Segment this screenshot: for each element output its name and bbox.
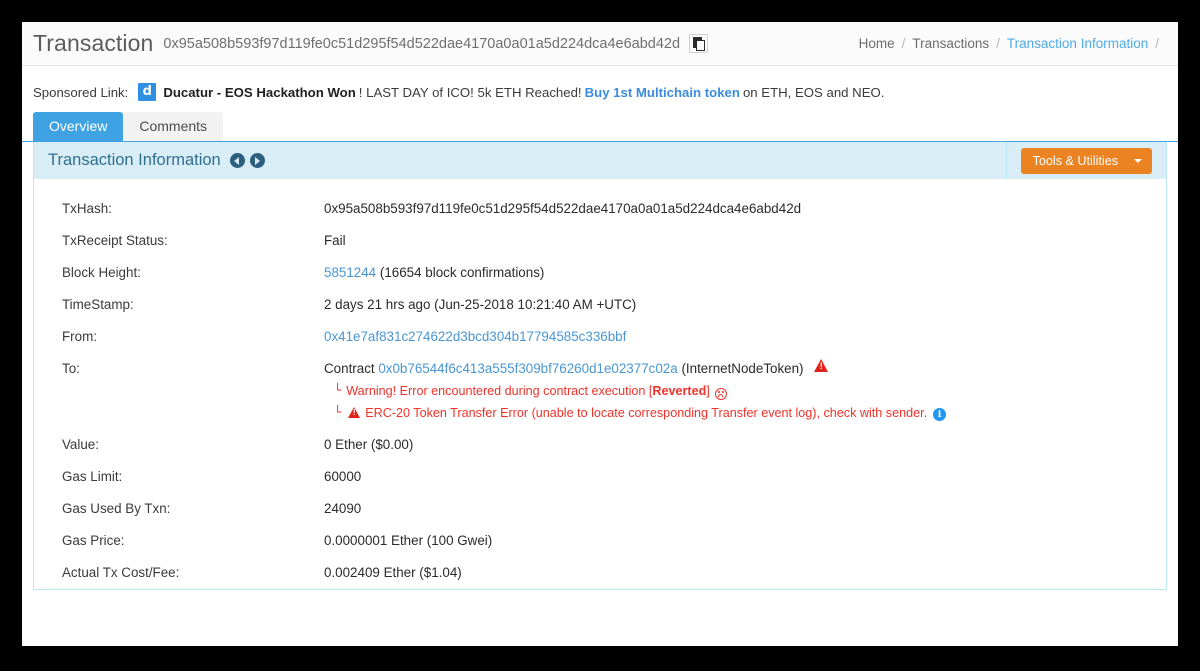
table-row-from: From: 0x41e7af831c274622d3bcd304b1779458… [34,321,1166,353]
sponsored-text: ! LAST DAY of ICO! 5k ETH Reached! [358,84,582,100]
erc20-error-text: ERC-20 Token Transfer Error (unable to l… [365,406,928,420]
breadcrumb-separator: / [901,36,906,51]
panel-title: Transaction Information [48,151,221,169]
warning-triangle-icon [814,359,829,372]
to-contract-line: Contract 0x0b76544f6c413a555f309bf76260d… [324,359,946,379]
to-contract-link[interactable]: 0x0b76544f6c413a555f309bf76260d1e02377c0… [378,361,677,376]
transaction-details-table: TxHash: 0x95a508b593f97d119fe0c51d295f54… [34,179,1166,589]
to-prefix: Contract [324,361,375,376]
tab-bar: Overview Comments [22,112,1178,142]
row-value-gas-used: 24090 [324,501,362,516]
page-header: Transaction 0x95a508b593f97d119fe0c51d29… [22,22,1178,66]
tree-elbow-icon: └ [334,383,342,397]
row-value-tx-fee: 0.002409 Ether ($1.04) [324,565,462,580]
row-label-gas-used: Gas Used By Txn: [62,501,171,516]
copy-icon-front [696,40,706,51]
block-confirmations: (16654 block confirmations) [379,265,545,280]
info-circle-icon[interactable]: i [933,408,947,421]
row-label-gas-limit: Gas Limit: [62,469,123,484]
tools-utilities-button[interactable]: Tools & Utilities [1020,147,1152,174]
tree-elbow-icon: └ [334,405,342,419]
row-label-gas-price: Gas Price: [62,533,125,548]
page-title-hash: 0x95a508b593f97d119fe0c51d295f54d522dae4… [163,35,681,52]
table-row-timestamp: TimeStamp: 2 days 21 hrs ago (Jun-25-201… [34,289,1166,321]
table-row-tx-fee: Actual Tx Cost/Fee: 0.002409 Ether ($1.0… [34,557,1166,589]
breadcrumb: Home / Transactions / Transaction Inform… [859,36,1166,51]
chevron-right-circle-icon[interactable] [249,153,265,168]
warning-text-prefix: Warning! Error encountered during contra… [346,384,653,398]
row-value-to: Contract 0x0b76544f6c413a555f309bf76260d… [324,359,947,423]
row-value-from: 0x41e7af831c274622d3bcd304b17794585c336b… [324,327,626,347]
chevron-left-circle-icon[interactable] [229,153,245,168]
to-token-name: (InternetNodeToken) [681,361,804,376]
breadcrumb-separator: / [996,36,1000,51]
row-value-timestamp: 2 days 21 hrs ago (Jun-25-2018 10:21:40 … [324,297,637,312]
status-badge: Fail [324,233,346,248]
tab-comments[interactable]: Comments [123,112,224,141]
caret-down-icon [1134,158,1142,163]
from-address-link[interactable]: 0x41e7af831c274622d3bcd304b17794585c336b… [324,329,626,344]
breadcrumb-item-transactions[interactable]: Transactions [912,36,989,51]
erc20-transfer-error: └ ERC-20 Token Transfer Error (unable to… [324,404,947,423]
contract-execution-warning: └ Warning! Error encountered during cont… [324,382,946,401]
table-row-gas-limit: Gas Limit: 60000 [34,461,1166,493]
tab-overview[interactable]: Overview [33,112,124,141]
sponsored-cta-link[interactable]: Buy 1st Multichain token [585,85,740,100]
panel-nav-arrows [229,153,265,168]
row-label-timestamp: TimeStamp: [62,297,134,312]
table-row-txhash: TxHash: 0x95a508b593f97d119fe0c51d295f54… [34,193,1166,225]
row-value-block-height: 5851244 (16654 block confirmations) [324,263,544,283]
browser-content: Transaction 0x95a508b593f97d119fe0c51d29… [22,22,1178,646]
sponsored-brand[interactable]: Ducatur - EOS Hackathon Won [163,85,355,100]
row-value-gas-price: 0.0000001 Ether (100 Gwei) [324,533,493,548]
tools-utilities-label: Tools & Utilities [1032,153,1118,168]
warning-triangle-icon [348,407,361,418]
row-label-to: To: [62,361,80,376]
sponsored-label: Sponsored Link: [33,84,129,100]
table-row-to: To: Contract 0x0b76544f6c413a555f309bf76… [34,353,1166,429]
row-label-block-height: Block Height: [62,265,141,280]
row-label-txhash: TxHash: [62,201,112,216]
sponsored-link-bar: Sponsored Link: d Ducatur - EOS Hackatho… [22,66,1178,113]
warning-text-suffix: ] [706,384,710,398]
table-row-block-height: Block Height: 5851244 (16654 block confi… [34,257,1166,289]
warning-text-reverted: Reverted [652,384,707,398]
row-value-value: 0 Ether ($0.00) [324,437,414,452]
ducatur-logo-letter: d [142,84,152,99]
panel-header: Transaction Information Tools & Utilitie… [34,142,1166,179]
table-row-gas-price: Gas Price: 0.0000001 Ether (100 Gwei) [34,525,1166,557]
row-label-value: Value: [62,437,99,452]
tools-utilities-container: Tools & Utilities [1005,142,1166,179]
row-label-tx-fee: Actual Tx Cost/Fee: [62,565,180,580]
copy-icon[interactable] [689,34,709,53]
breadcrumb-separator: / [1155,36,1159,51]
page-title: Transaction [33,30,154,56]
breadcrumb-item-transaction-information[interactable]: Transaction Information [1007,36,1148,51]
row-label-from: From: [62,329,97,344]
row-value-gas-limit: 60000 [324,469,362,484]
breadcrumb-item-home[interactable]: Home [859,36,895,51]
row-value-txhash: 0x95a508b593f97d119fe0c51d295f54d522dae4… [324,201,802,216]
sponsored-text-tail: on ETH, EOS and NEO. [742,84,885,100]
table-row-gas-used: Gas Used By Txn: 24090 [34,493,1166,525]
table-row-value: Value: 0 Ether ($0.00) [34,429,1166,461]
block-height-link[interactable]: 5851244 [324,265,376,280]
table-row-status: TxReceipt Status: Fail [34,225,1166,257]
ducatur-logo-icon[interactable]: d [138,83,157,101]
transaction-panel: Transaction Information Tools & Utilitie… [33,142,1167,590]
row-label-status: TxReceipt Status: [62,233,168,248]
frowning-face-icon [714,387,727,400]
